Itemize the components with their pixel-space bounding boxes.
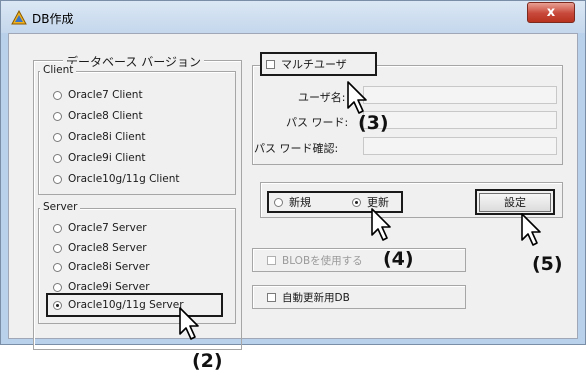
app-icon [11, 10, 27, 25]
radio-label: Oracle8i Server [68, 261, 150, 273]
radio-button[interactable] [53, 223, 62, 233]
radio-button[interactable] [53, 90, 62, 100]
password-confirm-field[interactable] [363, 137, 557, 155]
username-label: ユーザ名: [298, 91, 346, 104]
close-button[interactable]: x [527, 2, 575, 23]
client-group-legend: Client [40, 64, 77, 76]
settings-button[interactable]: 設定 [479, 193, 551, 212]
radio-oracle7-server[interactable]: Oracle7 Server [53, 220, 147, 236]
callout-step-3: (3) [358, 112, 389, 134]
radio-oracle8i-server[interactable]: Oracle8i Server [53, 259, 150, 275]
multiuser-label: マルチユーザ [281, 58, 347, 71]
window-title: DB作成 [32, 12, 74, 26]
radio-new[interactable]: 新規 [274, 194, 311, 210]
password-label: パス ワード: [286, 116, 349, 129]
pointer-cursor-icon [347, 81, 367, 114]
callout-step-5: (5) [532, 253, 563, 275]
radio-button[interactable] [53, 262, 62, 272]
radio-button[interactable] [274, 197, 283, 207]
radio-button[interactable] [53, 243, 62, 253]
radio-oracle8i-client[interactable]: Oracle8i Client [53, 129, 146, 145]
checkbox[interactable] [267, 292, 276, 302]
pointer-cursor-icon [371, 208, 391, 241]
server-group-legend: Server [40, 201, 81, 213]
username-field[interactable] [363, 86, 557, 104]
radio-label: Oracle8 Server [68, 242, 147, 254]
radio-oracle8-client[interactable]: Oracle8 Client [53, 108, 143, 124]
radio-label: Oracle10g/11g Client [68, 173, 180, 185]
db-create-dialog: DB作成 x データベース バージョン Client Oracle7 Clien… [0, 0, 586, 350]
radio-label: Oracle9i Server [68, 281, 150, 293]
callout-step-4: (4) [383, 248, 414, 270]
checkbox[interactable] [266, 59, 275, 69]
multiuser-checkbox[interactable]: マルチユーザ [266, 56, 347, 72]
radio-oracle7-client[interactable]: Oracle7 Client [53, 87, 143, 103]
blob-checkbox[interactable]: BLOBを使用する [267, 252, 363, 268]
radio-button[interactable] [53, 153, 62, 163]
checkbox[interactable] [267, 255, 276, 265]
autoupdate-checkbox[interactable]: 自動更新用DB [267, 289, 350, 305]
radio-button-selected[interactable] [352, 197, 361, 207]
radio-oracle8-server[interactable]: Oracle8 Server [53, 240, 147, 256]
radio-label: Oracle10g/11g Server [68, 299, 184, 311]
radio-oracle10g-11g-client[interactable]: Oracle10g/11g Client [53, 171, 180, 187]
radio-label: Oracle7 Client [68, 89, 143, 101]
pointer-cursor-icon [179, 307, 199, 340]
title-bar[interactable]: DB作成 x [1, 1, 585, 33]
callout-step-2: (2) [192, 350, 223, 372]
radio-button[interactable] [53, 132, 62, 142]
radio-oracle10g-11g-server[interactable]: Oracle10g/11g Server [53, 297, 184, 313]
radio-button[interactable] [53, 174, 62, 184]
radio-label: Oracle8i Client [68, 131, 146, 143]
autoupdate-label: 自動更新用DB [282, 291, 350, 304]
dialog-body: データベース バージョン Client Oracle7 Client Oracl… [8, 33, 578, 350]
pointer-cursor-icon [521, 213, 541, 246]
radio-new-label: 新規 [289, 196, 311, 209]
password-confirm-label: パス ワード確認: [254, 142, 339, 155]
radio-button[interactable] [53, 111, 62, 121]
blob-label: BLOBを使用する [282, 254, 363, 267]
radio-button[interactable] [53, 282, 62, 292]
radio-label: Oracle7 Server [68, 222, 147, 234]
version-group-legend: データベース バージョン [63, 53, 204, 70]
radio-oracle9i-client[interactable]: Oracle9i Client [53, 150, 146, 166]
radio-label: Oracle8 Client [68, 110, 143, 122]
radio-button-selected[interactable] [53, 300, 62, 310]
password-field[interactable] [363, 111, 557, 129]
radio-label: Oracle9i Client [68, 152, 146, 164]
